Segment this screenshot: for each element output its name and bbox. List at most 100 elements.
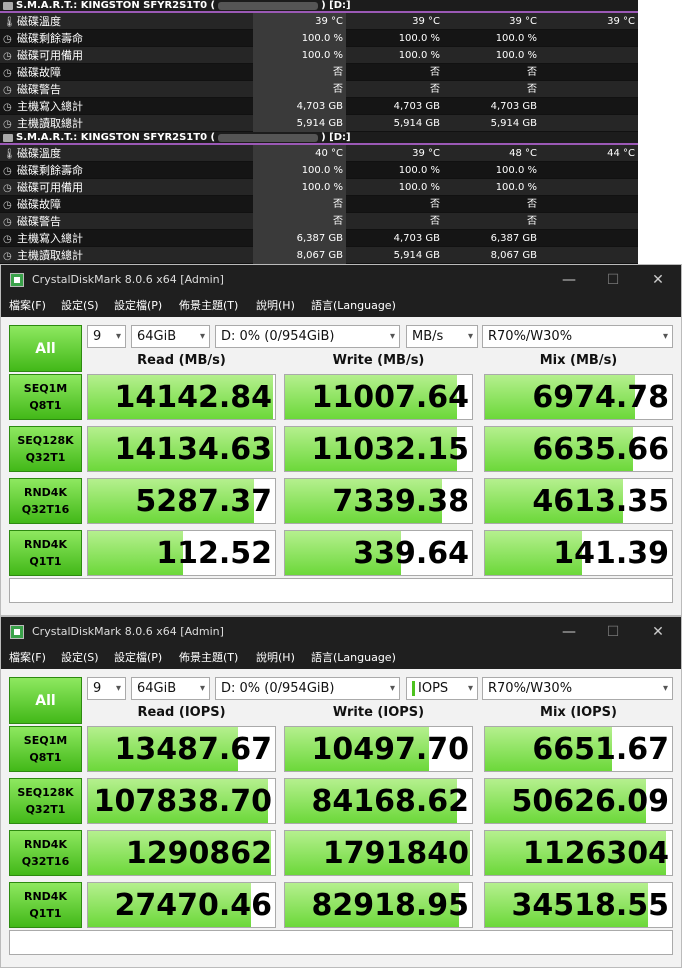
menu-item[interactable]: 設定(S) xyxy=(61,647,99,669)
menu-item[interactable]: 說明(H) xyxy=(256,647,295,669)
sensor-label: ◷ 磁碟可用備用 xyxy=(3,47,83,65)
unit-select[interactable]: MB/s ▾ xyxy=(406,325,478,348)
crystaldiskmark-window-iops: CrystalDiskMark 8.0.6 x64 [Admin] — ☐ ✕ … xyxy=(0,616,682,968)
sensor-min: 否 xyxy=(430,199,440,210)
result-value-mix: 141.39 xyxy=(553,536,669,571)
sensor-max: 100.0 % xyxy=(495,165,537,176)
menu-bar: 檔案(F) 設定(S) 設定檔(P) 佈景主題(T) 說明(H) 語言(Language) xyxy=(1,295,681,317)
result-cell-write: 10497.70 xyxy=(284,726,473,772)
sensor-current: 39 °C xyxy=(253,13,346,30)
menu-item[interactable]: 語言(Language) xyxy=(311,295,396,317)
comment-input[interactable] xyxy=(9,578,673,603)
sensor-row[interactable]: ◷ 磁碟可用備用 100.0 % 100.0 % 100.0 % xyxy=(0,47,638,64)
sensor-row[interactable]: ◷ 主機讀取總計 8,067 GB 5,914 GB 8,067 GB xyxy=(0,247,638,264)
menu-item[interactable]: 檔案(F) xyxy=(9,295,46,317)
result-cell-mix: 4613.35 xyxy=(484,478,673,524)
menu-item[interactable]: 檔案(F) xyxy=(9,647,46,669)
sensor-max: 100.0 % xyxy=(495,182,537,193)
test-button[interactable]: RND4K Q1T1 xyxy=(9,882,82,928)
test-params: Q32T1 xyxy=(25,451,66,464)
menu-item[interactable]: 設定檔(P) xyxy=(114,295,162,317)
test-button[interactable]: RND4K Q1T1 xyxy=(9,530,82,576)
sensor-current: 否 xyxy=(253,213,346,230)
smart-title: S.M.A.R.T.: KINGSTON SFYR2S1T0 ( xyxy=(16,0,216,11)
sensor-max: 6,387 GB xyxy=(490,233,537,244)
menu-item[interactable]: 設定檔(P) xyxy=(114,647,162,669)
sensor-row[interactable]: ◷ 主機寫入總計 6,387 GB 4,703 GB 6,387 GB xyxy=(0,230,638,247)
all-button[interactable]: All xyxy=(9,677,82,724)
sensor-current: 否 xyxy=(253,64,346,81)
result-cell-write: 7339.38 xyxy=(284,478,473,524)
drive-select[interactable]: D: 0% (0/954GiB) ▾ xyxy=(215,325,400,348)
test-count-select[interactable]: 9 ▾ xyxy=(87,677,126,700)
sensor-row[interactable]: ◷ 磁碟警告 否 否 否 xyxy=(0,81,638,98)
minimize-icon[interactable]: — xyxy=(549,617,589,647)
smart-section-header[interactable]: S.M.A.R.T.: KINGSTON SFYR2S1T0 () [D:] xyxy=(0,132,638,145)
thermometer-icon: 🌡 xyxy=(3,149,16,160)
result-cell-read: 5287.37 xyxy=(87,478,276,524)
test-button[interactable]: SEQ1M Q8T1 xyxy=(9,374,82,420)
window-titlebar[interactable]: CrystalDiskMark 8.0.6 x64 [Admin] — ☐ ✕ xyxy=(1,617,681,647)
sensor-row[interactable]: ◷ 磁碟故障 否 否 否 xyxy=(0,64,638,81)
column-header-read: Read (IOPS) xyxy=(137,705,226,720)
sensor-row[interactable]: ◷ 磁碟剩餘壽命 100.0 % 100.0 % 100.0 % xyxy=(0,162,638,179)
result-cell-write: 1791840 xyxy=(284,830,473,876)
test-count-select[interactable]: 9 ▾ xyxy=(87,325,126,348)
comment-input[interactable] xyxy=(9,930,673,955)
window-titlebar[interactable]: CrystalDiskMark 8.0.6 x64 [Admin] — ☐ ✕ xyxy=(1,265,681,295)
test-name: SEQ1M xyxy=(23,382,68,395)
drive-select[interactable]: D: 0% (0/954GiB) ▾ xyxy=(215,677,400,700)
smart-section: S.M.A.R.T.: KINGSTON SFYR2S1T0 () [D:] 🌡磁… xyxy=(0,0,638,132)
result-cell-read: 14142.84 xyxy=(87,374,276,420)
sensor-max: 100.0 % xyxy=(495,33,537,44)
result-cell-write: 339.64 xyxy=(284,530,473,576)
test-name: SEQ1M xyxy=(23,734,68,747)
minimize-icon[interactable]: — xyxy=(549,265,589,295)
test-button[interactable]: SEQ128K Q32T1 xyxy=(9,426,82,472)
result-value-write: 82918.95 xyxy=(311,888,469,923)
unit-select[interactable]: IOPS ▾ xyxy=(406,677,478,700)
menu-item[interactable]: 說明(H) xyxy=(256,295,295,317)
smart-section-header[interactable]: S.M.A.R.T.: KINGSTON SFYR2S1T0 () [D:] xyxy=(0,0,638,13)
result-cell-read: 27470.46 xyxy=(87,882,276,928)
sensor-row[interactable]: ◷ 磁碟可用備用 100.0 % 100.0 % 100.0 % xyxy=(0,179,638,196)
mix-ratio-value: R70%/W30% xyxy=(488,329,573,344)
result-value-mix: 50626.09 xyxy=(511,784,669,819)
sensor-row[interactable]: ◷ 主機讀取總計 5,914 GB 5,914 GB 5,914 GB xyxy=(0,115,638,132)
menu-item[interactable]: 語言(Language) xyxy=(311,647,396,669)
menu-item[interactable]: 佈景主題(T) xyxy=(179,295,238,317)
test-button[interactable]: RND4K Q32T16 xyxy=(9,478,82,524)
result-value-read: 5287.37 xyxy=(135,484,272,519)
maximize-icon[interactable]: ☐ xyxy=(593,265,633,295)
hwinfo-sensor-panel: S.M.A.R.T.: KINGSTON SFYR2S1T0 () [D:] 🌡磁… xyxy=(0,0,638,264)
result-value-write: 1791840 xyxy=(322,836,469,871)
result-value-write: 339.64 xyxy=(353,536,469,571)
sensor-row[interactable]: 🌡磁碟溫度 39 °C 39 °C 39 °C 39 °C xyxy=(0,13,638,30)
test-size-select[interactable]: 64GiB ▾ xyxy=(131,325,210,348)
result-cell-mix: 6974.78 xyxy=(484,374,673,420)
mix-ratio-select[interactable]: R70%/W30% ▾ xyxy=(482,325,673,348)
benchmark-panel: All 9 ▾ 64GiB ▾ D: 0% (0/954GiB) ▾ IOPS ▾ R7… xyxy=(1,669,681,967)
sensor-row[interactable]: ◷ 磁碟剩餘壽命 100.0 % 100.0 % 100.0 % xyxy=(0,30,638,47)
sensor-avg: 39 °C xyxy=(607,16,635,27)
unit-value: MB/s xyxy=(412,329,444,344)
menu-item[interactable]: 佈景主題(T) xyxy=(179,647,238,669)
test-button[interactable]: SEQ1M Q8T1 xyxy=(9,726,82,772)
sensor-row[interactable]: ◷ 磁碟故障 否 否 否 xyxy=(0,196,638,213)
test-button[interactable]: SEQ128K Q32T1 xyxy=(9,778,82,824)
test-params: Q1T1 xyxy=(29,907,62,920)
mix-ratio-select[interactable]: R70%/W30% ▾ xyxy=(482,677,673,700)
close-icon[interactable]: ✕ xyxy=(638,265,678,295)
serial-redacted xyxy=(218,133,319,142)
close-icon[interactable]: ✕ xyxy=(638,617,678,647)
test-button[interactable]: RND4K Q32T16 xyxy=(9,830,82,876)
result-value-write: 10497.70 xyxy=(311,732,469,767)
test-size-select[interactable]: 64GiB ▾ xyxy=(131,677,210,700)
maximize-icon[interactable]: ☐ xyxy=(593,617,633,647)
sensor-row[interactable]: ◷ 磁碟警告 否 否 否 xyxy=(0,213,638,230)
sensor-row[interactable]: ◷ 主機寫入總計 4,703 GB 4,703 GB 4,703 GB xyxy=(0,98,638,115)
all-button[interactable]: All xyxy=(9,325,82,372)
menu-item[interactable]: 設定(S) xyxy=(61,295,99,317)
result-cell-read: 13487.67 xyxy=(87,726,276,772)
sensor-row[interactable]: 🌡磁碟溫度 40 °C 39 °C 48 °C 44 °C xyxy=(0,145,638,162)
